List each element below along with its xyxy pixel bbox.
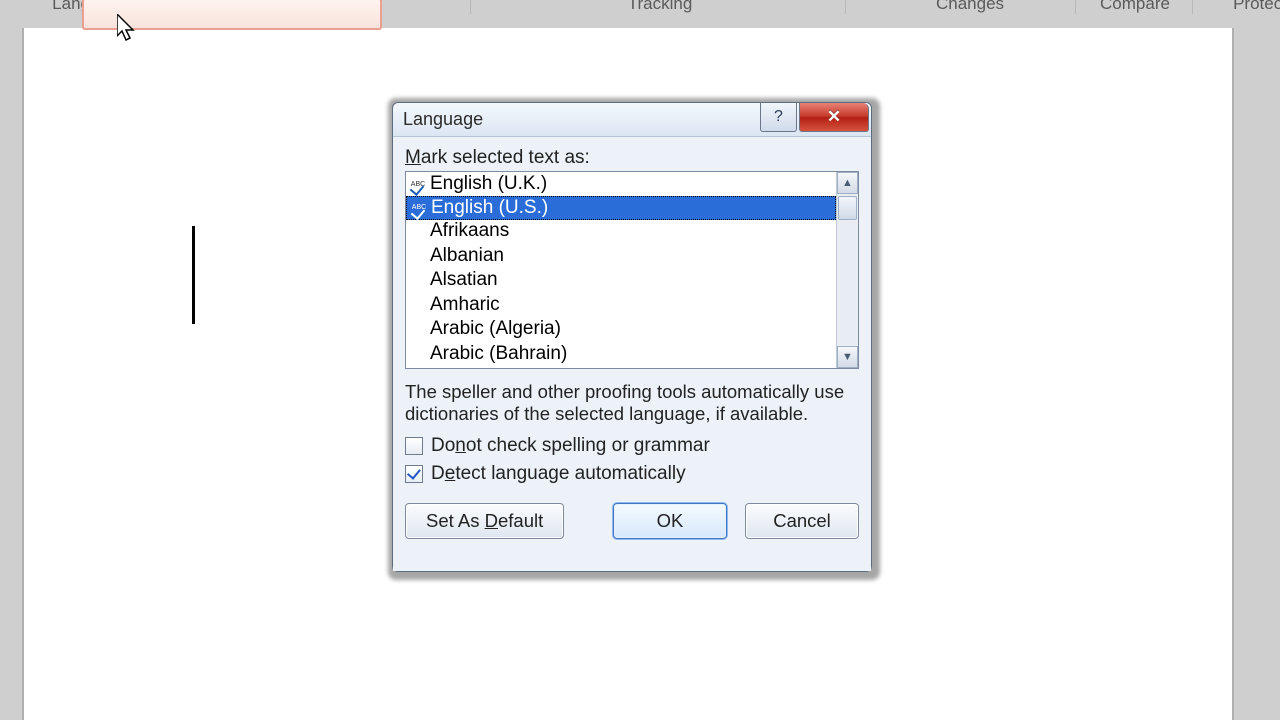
- scroll-up-button[interactable]: ▲: [837, 172, 858, 194]
- dialog-button-row: Set As Default OK Cancel: [405, 503, 859, 539]
- language-option[interactable]: ABCEnglish (U.K.): [406, 172, 836, 197]
- language-name: Albanian: [430, 245, 504, 267]
- language-option[interactable]: Arabic (Algeria): [406, 317, 836, 342]
- ribbon-group-comments: Comments: [280, 0, 380, 8]
- language-listbox[interactable]: ABCEnglish (U.K.)ABCEnglish (U.S.)Afrika…: [405, 171, 859, 369]
- dialog-body: Mark selected text as: ABCEnglish (U.K.)…: [393, 137, 871, 571]
- language-dialog: Language ? ✕ Mark selected text as: ABCE…: [392, 102, 872, 572]
- help-icon: ?: [774, 108, 783, 126]
- language-option[interactable]: Afrikaans: [406, 219, 836, 244]
- language-name: Arabic (Bahrain): [430, 343, 567, 365]
- info-text: The speller and other proofing tools aut…: [405, 381, 859, 425]
- dialog-titlebar[interactable]: Language ? ✕: [393, 103, 871, 137]
- dialog-close-button[interactable]: ✕: [799, 103, 869, 132]
- scroll-down-button[interactable]: ▼: [837, 346, 858, 368]
- language-name: Afrikaans: [430, 220, 509, 242]
- dialog-title: Language: [403, 109, 483, 130]
- ribbon-group-protect: Protect: [1230, 0, 1280, 8]
- language-name: Arabic (Algeria): [430, 318, 561, 340]
- ribbon-group-changes: Changes: [930, 0, 1010, 8]
- ribbon-group-language: Language: [0, 0, 180, 8]
- cancel-button[interactable]: Cancel: [745, 503, 859, 539]
- set-default-button[interactable]: Set As Default: [405, 503, 564, 539]
- language-option[interactable]: Albanian: [406, 244, 836, 269]
- close-icon: ✕: [827, 107, 841, 127]
- language-name: English (U.K.): [430, 173, 547, 195]
- checkbox-no-spellcheck[interactable]: Do not check spelling or grammar: [405, 435, 859, 457]
- ribbon-group-compare: Compare: [1095, 0, 1175, 8]
- language-name: Alsatian: [430, 269, 498, 291]
- ribbon-group-labels: Language Comments Tracking Changes Compa…: [0, 0, 1280, 14]
- spellcheck-icon: ABC: [408, 175, 428, 193]
- mark-text-label: Mark selected text as:: [405, 147, 859, 169]
- spellcheck-icon: ABC: [409, 199, 429, 217]
- language-name: English (U.S.): [431, 197, 548, 219]
- checkbox-icon[interactable]: [405, 437, 423, 455]
- language-option[interactable]: Alsatian: [406, 268, 836, 293]
- mouse-cursor-icon: [117, 14, 143, 44]
- language-option[interactable]: Amharic: [406, 293, 836, 318]
- ok-button[interactable]: OK: [613, 503, 727, 539]
- language-option[interactable]: ABCEnglish (U.S.): [406, 196, 836, 221]
- ribbon-group-tracking: Tracking: [620, 0, 700, 8]
- scrollbar[interactable]: ▲ ▼: [836, 172, 858, 368]
- dialog-help-button[interactable]: ?: [760, 103, 797, 132]
- checkbox-icon[interactable]: [405, 465, 423, 483]
- language-option[interactable]: Arabic (Bahrain): [406, 342, 836, 367]
- scroll-thumb[interactable]: [838, 196, 857, 220]
- checkbox-detect-language[interactable]: Detect language automatically: [405, 463, 859, 485]
- text-caret: [192, 226, 195, 324]
- language-name: Amharic: [430, 294, 500, 316]
